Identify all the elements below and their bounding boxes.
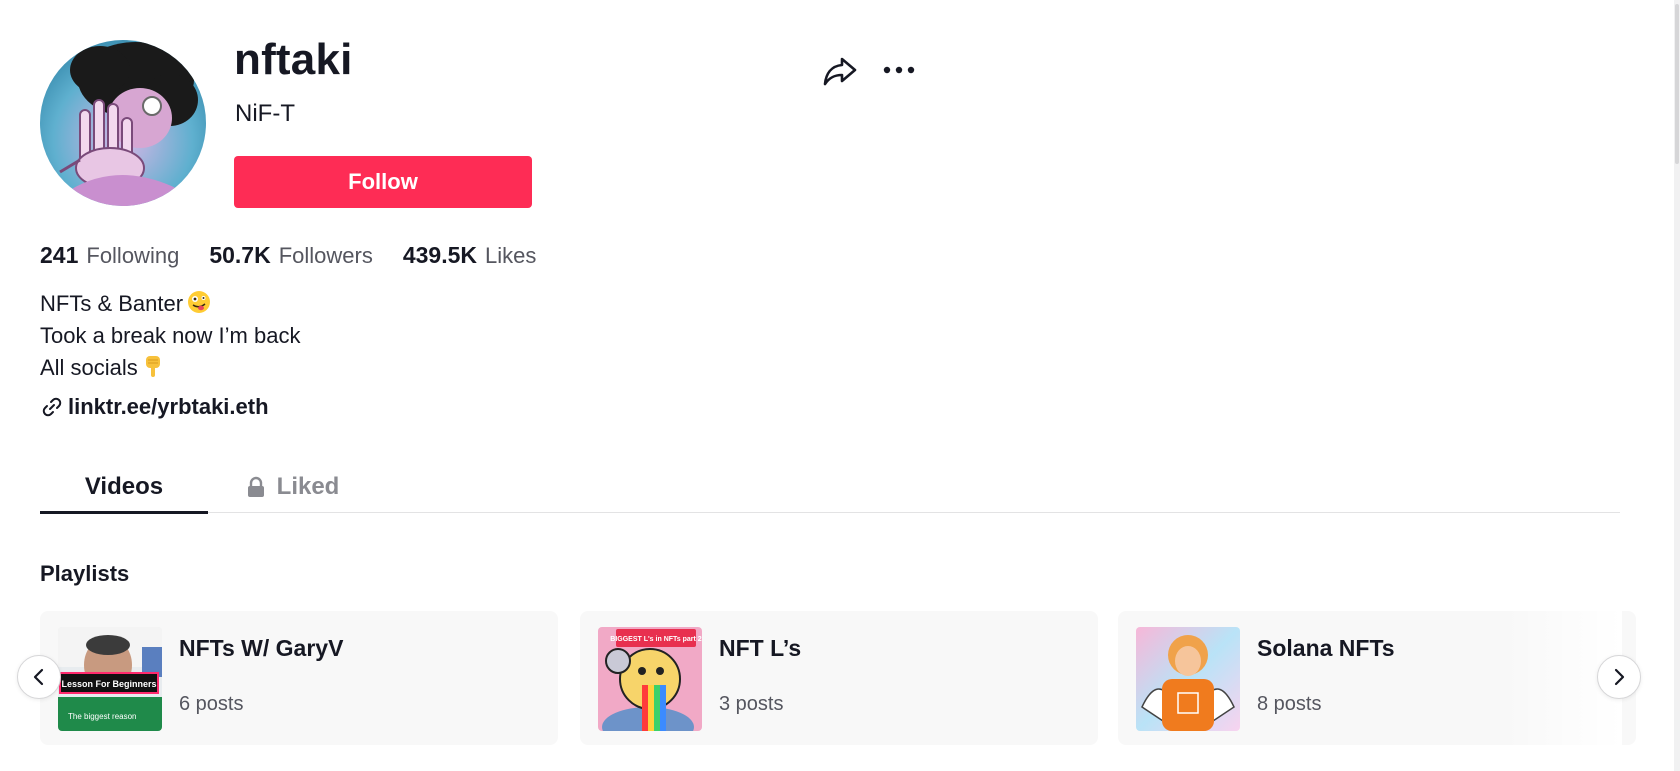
playlist-thumbnail-image: BIGGEST L's in NFTs part 2 — [598, 627, 702, 731]
playlist-card[interactable]: BIGGEST L's in NFTs part 2 NFT L’s 3 pos… — [580, 611, 1098, 745]
carousel-next-button[interactable] — [1597, 655, 1641, 699]
carousel-prev-button[interactable] — [17, 655, 61, 699]
playlist-card[interactable]: Solana NFTs 8 posts — [1118, 611, 1636, 745]
playlist-title: NFTs W/ GaryV — [179, 635, 344, 661]
playlist-thumbnail — [1136, 627, 1240, 731]
pointing-down-emoji — [145, 356, 160, 377]
stat-likes: 439.5K Likes — [403, 240, 537, 271]
tab-videos[interactable]: Videos — [40, 462, 208, 512]
bio-line-2: Took a break now I’m back — [40, 323, 301, 348]
thumbnail-caption: Lesson For Beginners — [61, 679, 156, 689]
link-icon — [42, 397, 62, 417]
profile-bio: NFTs & Banter Took a break now I’m back … — [40, 288, 300, 384]
playlist-post-count: 8 posts — [1257, 693, 1322, 715]
playlist-thumbnail-image — [1136, 627, 1240, 731]
thumbnail-subcaption: The biggest reason — [68, 712, 137, 721]
playlist-title: NFT L’s — [719, 635, 802, 661]
follow-button[interactable]: Follow — [234, 156, 532, 208]
profile-avatar — [40, 40, 206, 206]
profile-stats: 241 Following 50.7K Followers 439.5K Lik… — [40, 240, 566, 271]
playlist-post-count: 3 posts — [719, 693, 784, 715]
profile-tabs: Videos Liked — [40, 462, 1620, 514]
username: nftaki — [234, 35, 353, 84]
chevron-left-icon — [33, 668, 44, 686]
playlist-card[interactable]: Lesson For Beginners The biggest reason … — [40, 611, 558, 745]
profile-link[interactable]: linktr.ee/yrbtaki.eth — [40, 394, 269, 420]
scrollbar-thumb[interactable] — [1675, 4, 1679, 164]
chevron-right-icon — [1614, 668, 1625, 686]
stat-likes-label: Likes — [485, 243, 537, 268]
bio-line-3: All socials — [40, 352, 300, 384]
playlist-thumbnail: Lesson For Beginners The biggest reason — [58, 627, 162, 731]
playlists-carousel: Lesson For Beginners The biggest reason … — [40, 611, 1636, 745]
avatar-image — [40, 40, 206, 206]
page-scrollbar[interactable] — [1674, 0, 1680, 771]
bio-line-1: NFTs & Banter — [40, 288, 300, 320]
active-tab-indicator — [40, 511, 208, 514]
profile-link-text[interactable]: linktr.ee/yrbtaki.eth — [68, 394, 269, 420]
playlist-post-count: 6 posts — [179, 693, 244, 715]
stat-following-label: Following — [86, 243, 180, 268]
stat-following-count: 241 — [40, 242, 79, 268]
share-icon[interactable] — [822, 52, 858, 88]
tab-liked-label: Liked — [276, 473, 340, 500]
stat-likes-count: 439.5K — [402, 242, 477, 268]
more-options-icon[interactable] — [880, 56, 918, 84]
stat-following[interactable]: 241 Following — [40, 240, 179, 271]
nickname: NiF-T — [235, 100, 295, 127]
stat-followers-count: 50.7K — [209, 242, 271, 268]
stat-followers[interactable]: 50.7K Followers — [209, 240, 373, 271]
stat-followers-label: Followers — [278, 243, 373, 268]
playlists-heading: Playlists — [40, 561, 130, 586]
tab-liked[interactable]: Liked — [208, 462, 376, 512]
tab-videos-label: Videos — [84, 473, 164, 500]
playlist-thumbnail-image: Lesson For Beginners The biggest reason — [58, 627, 162, 731]
lock-icon — [247, 476, 264, 497]
thumbnail-caption: BIGGEST L's in NFTs part 2 — [610, 636, 701, 643]
zany-face-emoji — [188, 291, 211, 313]
playlist-title: Solana NFTs — [1257, 635, 1395, 661]
bio-line-3-text: All socials — [40, 355, 138, 380]
playlist-thumbnail: BIGGEST L's in NFTs part 2 — [598, 627, 702, 731]
bio-line-1-text: NFTs & Banter — [40, 291, 184, 316]
